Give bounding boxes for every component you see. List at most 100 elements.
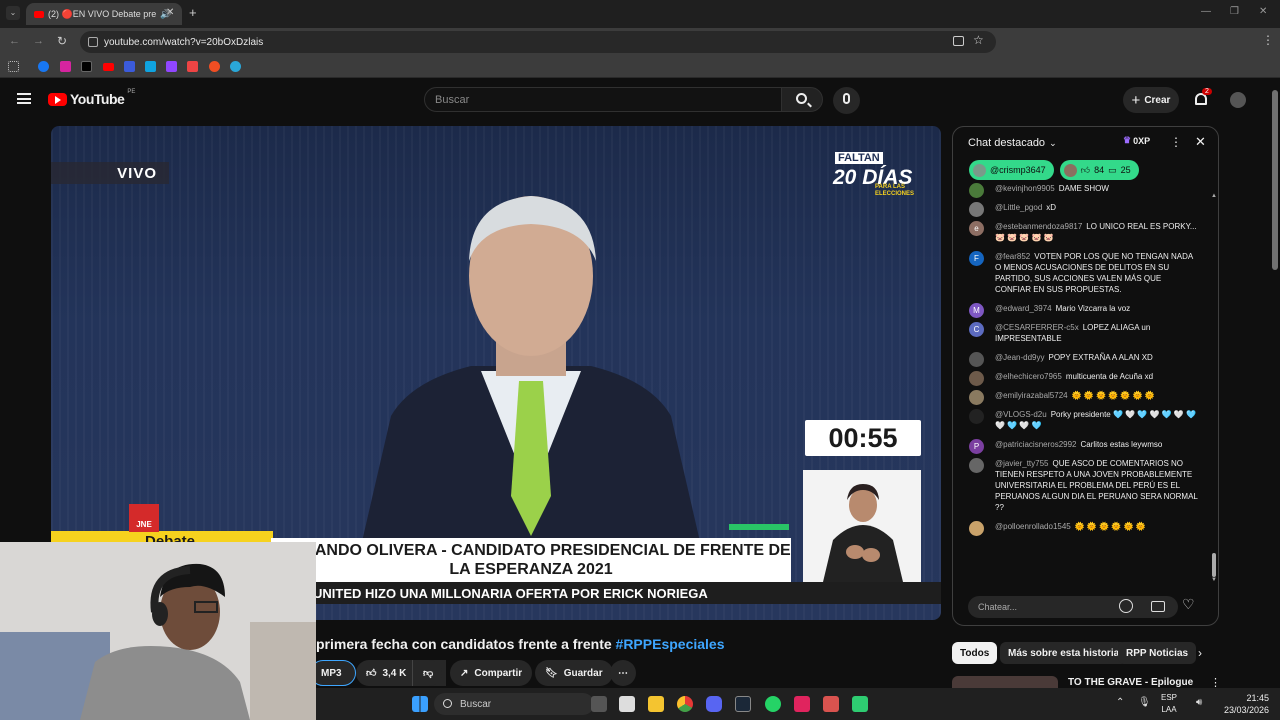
chat-avatar[interactable] [969,409,984,424]
chat-author[interactable]: @CESARFERRER-c5x [995,323,1079,332]
chat-avatar[interactable] [969,202,984,217]
chevron-down-icon[interactable]: ⌄ [1049,138,1057,149]
chat-message[interactable]: @elhechicero7965 multicuenta de Acuña xd [953,371,1207,386]
bookmark-9-icon[interactable] [209,61,220,72]
chat-author[interactable]: @Jean-dd9yy [995,353,1044,362]
file-explorer-icon[interactable] [648,696,664,712]
bookmark-5-icon[interactable] [124,61,135,72]
chat-message[interactable]: @Jean-dd9yy POPY EXTRAÑA A ALAN XD [953,352,1207,367]
back-icon[interactable]: ← [9,35,20,47]
chat-message[interactable]: P @patriciacisneros2992 Carlitos estas ley… [953,439,1207,454]
twitch-bookmark-icon[interactable] [166,61,177,72]
task-view-icon[interactable] [591,696,607,712]
chat-message[interactable]: M @edward_3974 Mario Vizcarra la voz [953,303,1207,318]
microphone-tray-icon[interactable]: 🎙︎ [1138,697,1151,708]
close-tab-icon[interactable]: ✕ [166,7,174,18]
chip-2[interactable]: RPP Noticias [1118,642,1197,664]
more-actions-button[interactable]: ⋯ [610,660,636,686]
browser-menu-icon[interactable]: ⋮ [1262,33,1274,47]
chat-author[interactable]: @javier_tty755 [995,459,1048,468]
chat-avatar[interactable] [969,521,984,536]
chip-0[interactable]: Todos [952,642,998,664]
tab-search-button[interactable]: ⌄ [6,6,20,20]
chat-input[interactable]: Chatear... [968,596,1178,618]
system-clock[interactable]: 21:45 23/03/2026 [1224,692,1269,716]
voice-search-button[interactable] [833,87,860,114]
steam-icon[interactable] [735,696,751,712]
heart-icon[interactable]: ♡ [1182,596,1195,613]
chat-author[interactable]: @patriciacisneros2992 [995,440,1077,449]
chat-mode-label[interactable]: Chat destacado [968,137,1045,149]
chat-message[interactable]: C @CESARFERRER-c5x LOPEZ ALIAGA un IMPRESE… [953,322,1207,344]
next-video-title[interactable]: TO THE GRAVE - Epilogue [1068,677,1193,688]
instagram-bookmark-icon[interactable] [60,61,71,72]
share-button[interactable]: ↗ Compartir [450,660,533,686]
search-button[interactable] [781,87,823,112]
chat-menu-icon[interactable]: ⋮ [1170,135,1182,149]
super-chat-icon[interactable] [1151,601,1165,612]
discord-icon[interactable] [706,696,722,712]
facebook-bookmark-icon[interactable] [38,61,49,72]
windows-start-icon[interactable] [412,696,428,712]
chrome-icon[interactable] [677,696,693,712]
browser-tab-active[interactable]: (2) 🔴EN VIVO Debate pre 🔊 [26,3,182,25]
maximize-window-icon[interactable]: ❐ [1230,6,1239,17]
chat-author[interactable]: @kevinjhon9905 [995,184,1055,193]
chat-avatar[interactable]: M [969,303,984,318]
chat-avatar[interactable]: C [969,322,984,337]
emoji-icon[interactable] [1119,599,1133,613]
dislike-button[interactable]: 👎︎ [412,660,442,686]
chat-message[interactable]: F @fear852 VOTEN POR LOS QUE NO TENGAN NAD… [953,251,1207,295]
apps-grid-icon[interactable] [8,61,19,72]
chat-message[interactable]: @Little_pgod xD [953,202,1207,217]
account-avatar[interactable] [1230,92,1246,108]
video-hashtag-link[interactable]: #RPPEspeciales [616,636,725,652]
chat-author[interactable]: @estebanmendoza9817 [995,222,1082,231]
chat-author[interactable]: @emilyirazabal5724 [995,391,1068,400]
bookmark-10-icon[interactable] [230,61,241,72]
chip-1[interactable]: Más sobre esta historia [1000,642,1128,664]
bookmark-6-icon[interactable] [145,61,156,72]
store-icon[interactable] [619,696,635,712]
create-button[interactable]: + Crear [1123,87,1179,113]
chat-avatar[interactable]: P [969,439,984,454]
chat-author[interactable]: @VLOGS-d2u [995,410,1047,419]
chat-author[interactable]: @elhechicero7965 [995,372,1062,381]
youtube-bookmark-icon[interactable] [103,63,114,71]
close-chat-icon[interactable]: ✕ [1195,134,1206,150]
taskbar-search[interactable]: Buscar [434,693,594,715]
whatsapp-icon[interactable] [765,696,781,712]
chat-author[interactable]: @Little_pgod [995,203,1042,212]
save-button[interactable]: 🔖︎ Guardar [535,660,613,686]
x-bookmark-icon[interactable] [81,61,92,72]
engagement-pill[interactable]: 👍︎ 84 ▭ 25 [1059,160,1139,180]
close-window-icon[interactable]: ✕ [1259,6,1267,17]
chat-avatar[interactable] [969,390,984,405]
new-tab-button[interactable]: + [189,5,197,20]
pinned-user-pill[interactable]: @crismp3647 [969,160,1054,180]
hamburger-menu-icon[interactable] [17,93,31,104]
bookmark-8-icon[interactable] [187,61,198,72]
chat-author[interactable]: @polloenrollado1545 [995,522,1071,531]
chat-avatar[interactable]: F [969,251,984,266]
notifications-button[interactable]: 2 [1193,88,1212,107]
chat-author[interactable]: @edward_3974 [995,304,1052,313]
chat-scrollbar[interactable]: ▲ ▼ [1211,193,1217,583]
site-info-icon[interactable] [88,37,98,47]
chat-message[interactable]: @VLOGS-d2u Porky presidente 🩵 🤍 🩵 🤍 🩵 🤍 🩵… [953,409,1207,431]
bookmark-star-icon[interactable]: ☆ [973,33,984,47]
chat-message[interactable]: @polloenrollado1545 🌞 🌞 🌞 🌞 🌞 🌞 [953,521,1207,536]
chat-avatar[interactable] [969,352,984,367]
chat-message[interactable]: @javier_tty755 QUE ASCO DE COMENTARIOS NO… [953,458,1207,513]
input-language[interactable]: ESP LAA [1161,692,1177,716]
app-red-icon[interactable] [794,696,810,712]
chat-message[interactable]: @emilyirazabal5724 🌞 🌞 🌞 🌞 🌞 🌞 🌞 [953,390,1207,405]
chat-avatar[interactable] [969,371,984,386]
install-app-icon[interactable] [953,36,964,46]
app-green-icon[interactable] [852,696,868,712]
chat-message[interactable]: e @estebanmendoza9817 LO UNICO REAL ES POR… [953,221,1207,243]
search-input[interactable]: Buscar [424,87,782,112]
page-scrollbar[interactable] [1272,90,1278,270]
app-4-icon[interactable] [823,696,839,712]
youtube-logo[interactable]: YouTube PE [48,89,135,107]
